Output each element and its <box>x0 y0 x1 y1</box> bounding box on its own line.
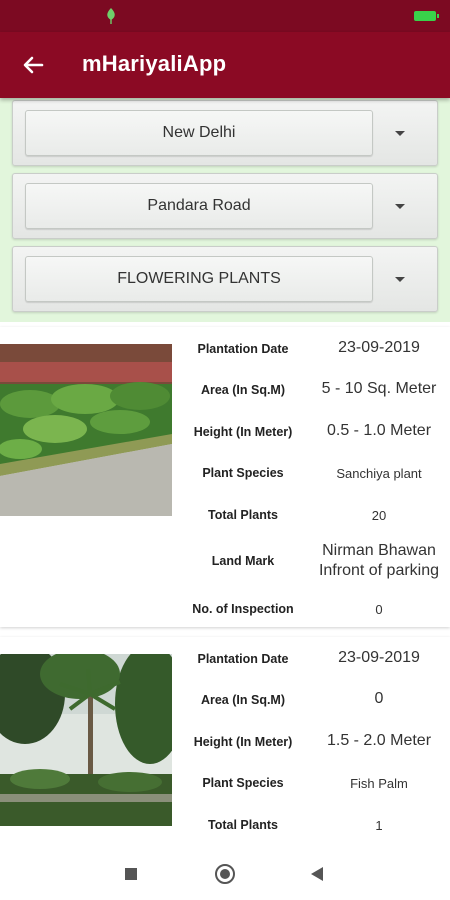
area-label: Area (In Sq.M) <box>200 693 286 707</box>
category-dropdown[interactable]: FLOWERING PLANTS <box>12 246 438 312</box>
system-nav-bar <box>0 846 450 900</box>
back-button[interactable] <box>18 50 48 80</box>
plantation-date-label: Plantation Date <box>197 342 289 356</box>
land-mark-row: Land Mark Nirman Bhawan Infront of parki… <box>178 542 450 582</box>
total-plants-label: Total Plants <box>208 508 278 522</box>
species-label: Plant Species <box>202 466 284 480</box>
area-row: Area (In Sq.M) 5 - 10 Sq. Meter <box>178 380 450 400</box>
filter-panel: New Delhi Pandara Road FLOWERING PLANTS <box>0 98 450 322</box>
height-row: Height (In Meter) 1.5 - 2.0 Meter <box>178 732 450 752</box>
app-leaf-icon <box>107 8 115 24</box>
species-value: Sanchiya plant <box>336 466 422 481</box>
plantation-date-row: Plantation Date 23-09-2019 <box>178 649 450 669</box>
species-value: Fish Palm <box>350 776 408 791</box>
total-plants-row: Total Plants 20 <box>178 506 450 526</box>
arrow-left-icon <box>23 56 44 74</box>
total-plants-row: Total Plants 1 <box>178 816 450 836</box>
height-label: Height (In Meter) <box>193 735 293 749</box>
area-value: 5 - 10 Sq. Meter <box>321 380 437 397</box>
area-row: Area (In Sq.M) 0 <box>178 690 450 710</box>
plantation-date-row: Plantation Date 23-09-2019 <box>178 339 450 359</box>
plantation-date-value: 23-09-2019 <box>338 649 420 666</box>
species-row: Plant Species Fish Palm <box>178 774 450 794</box>
area-value: 0 <box>374 690 384 707</box>
plantation-card[interactable]: Plantation Date 23-09-2019 Area (In Sq.M… <box>0 637 450 846</box>
app-title: mHariyaliApp <box>82 51 227 76</box>
total-plants-value: 20 <box>371 508 387 523</box>
city-selected-value[interactable]: New Delhi <box>25 110 373 156</box>
status-bar <box>0 0 450 32</box>
inspection-label: No. of Inspection <box>192 602 294 616</box>
total-plants-value: 1 <box>375 818 383 833</box>
road-dropdown[interactable]: Pandara Road <box>12 173 438 239</box>
category-selected-value[interactable]: FLOWERING PLANTS <box>25 256 373 302</box>
plantation-date-value: 23-09-2019 <box>338 339 420 356</box>
height-label: Height (In Meter) <box>193 425 293 439</box>
city-dropdown[interactable]: New Delhi <box>12 100 438 166</box>
back-triangle-icon[interactable] <box>311 867 323 881</box>
battery-icon <box>414 11 439 21</box>
chevron-down-icon[interactable] <box>395 131 405 136</box>
recents-square-icon[interactable] <box>125 868 137 880</box>
plantation-card[interactable]: Plantation Date 23-09-2019 Area (In Sq.M… <box>0 327 450 627</box>
chevron-down-icon[interactable] <box>395 204 405 209</box>
plantation-date-label: Plantation Date <box>197 652 289 666</box>
species-row: Plant Species Sanchiya plant <box>178 464 450 484</box>
inspection-row: No. of Inspection 0 <box>178 600 450 620</box>
species-label: Plant Species <box>202 776 284 790</box>
plant-photo <box>0 654 172 826</box>
land-mark-label: Land Mark <box>211 554 275 568</box>
app-bar: mHariyaliApp <box>0 32 450 98</box>
plant-photo <box>0 344 172 516</box>
height-row: Height (In Meter) 0.5 - 1.0 Meter <box>178 422 450 442</box>
inspection-value: 0 <box>375 602 383 617</box>
home-circle-icon[interactable] <box>215 864 235 884</box>
height-value: 0.5 - 1.0 Meter <box>326 422 432 439</box>
road-selected-value[interactable]: Pandara Road <box>25 183 373 229</box>
total-plants-label: Total Plants <box>208 818 278 832</box>
height-value: 1.5 - 2.0 Meter <box>326 732 432 749</box>
chevron-down-icon[interactable] <box>395 277 405 282</box>
area-label: Area (In Sq.M) <box>200 383 286 397</box>
land-mark-line1: Nirman Bhawan <box>322 542 436 559</box>
land-mark-line2: Infront of parking <box>318 562 440 579</box>
